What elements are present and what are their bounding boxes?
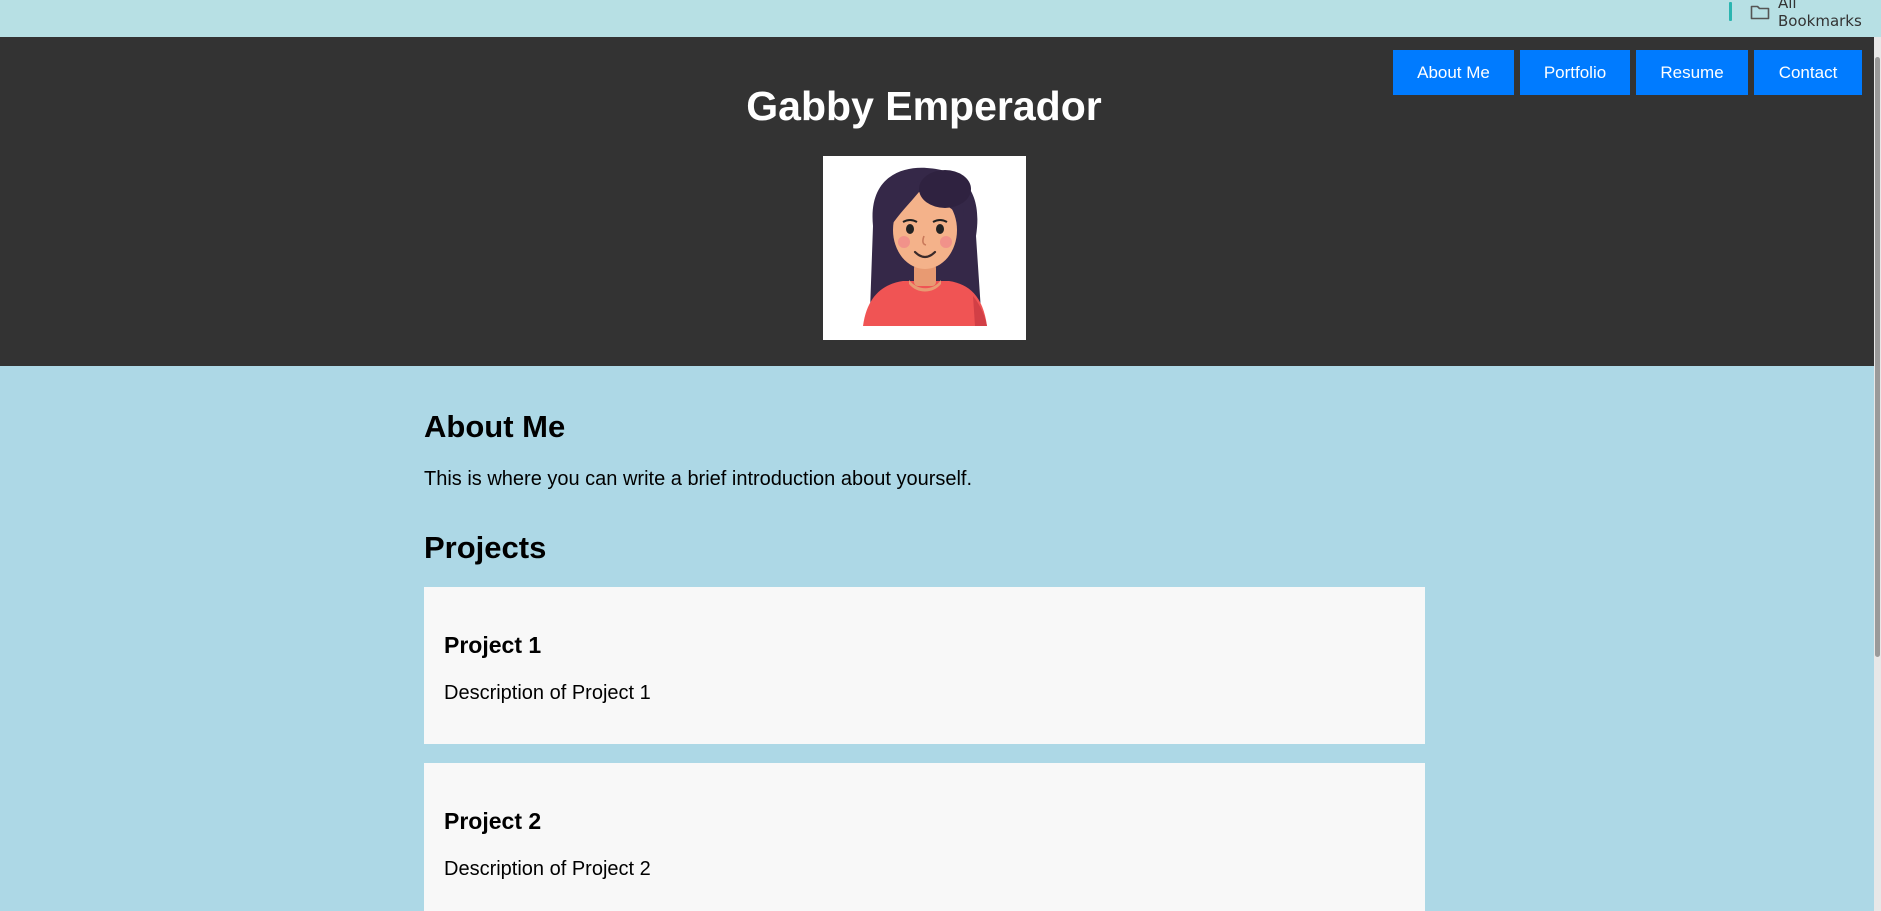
project-title: Project 1 — [444, 632, 542, 658]
about-heading: About Me — [424, 409, 566, 444]
project-card-2: Project 2 Description of Project 2 — [424, 763, 1425, 911]
bookmarks-bar: All Bookmarks — [0, 0, 1881, 37]
project-card-1: Project 1 Description of Project 1 — [424, 587, 1425, 744]
avatar — [823, 156, 1026, 340]
project-description: Description of Project 2 — [444, 858, 651, 880]
page-viewport: Gabby Emperador About Me Portfolio Resum… — [0, 37, 1874, 911]
bookmarks-divider — [1729, 2, 1732, 21]
avatar-illustration — [863, 167, 987, 326]
nav-contact-button[interactable]: Contact — [1754, 50, 1862, 95]
project-description: Description of Project 1 — [444, 682, 651, 704]
all-bookmarks-label: All Bookmarks — [1778, 0, 1862, 30]
nav-about-me-button[interactable]: About Me — [1393, 50, 1514, 95]
folder-icon — [1750, 4, 1770, 20]
site-header: Gabby Emperador About Me Portfolio Resum… — [0, 37, 1874, 366]
nav-resume-button[interactable]: Resume — [1636, 50, 1748, 95]
all-bookmarks-button[interactable]: All Bookmarks — [1750, 0, 1881, 30]
about-text: This is where you can write a brief intr… — [424, 468, 973, 490]
scrollbar-thumb[interactable] — [1875, 57, 1880, 657]
page-scrollbar[interactable] — [1874, 37, 1881, 911]
projects-heading: Projects — [424, 530, 547, 565]
main-nav: About Me Portfolio Resume Contact — [1393, 50, 1862, 95]
nav-portfolio-button[interactable]: Portfolio — [1520, 50, 1630, 95]
project-title: Project 2 — [444, 808, 542, 834]
